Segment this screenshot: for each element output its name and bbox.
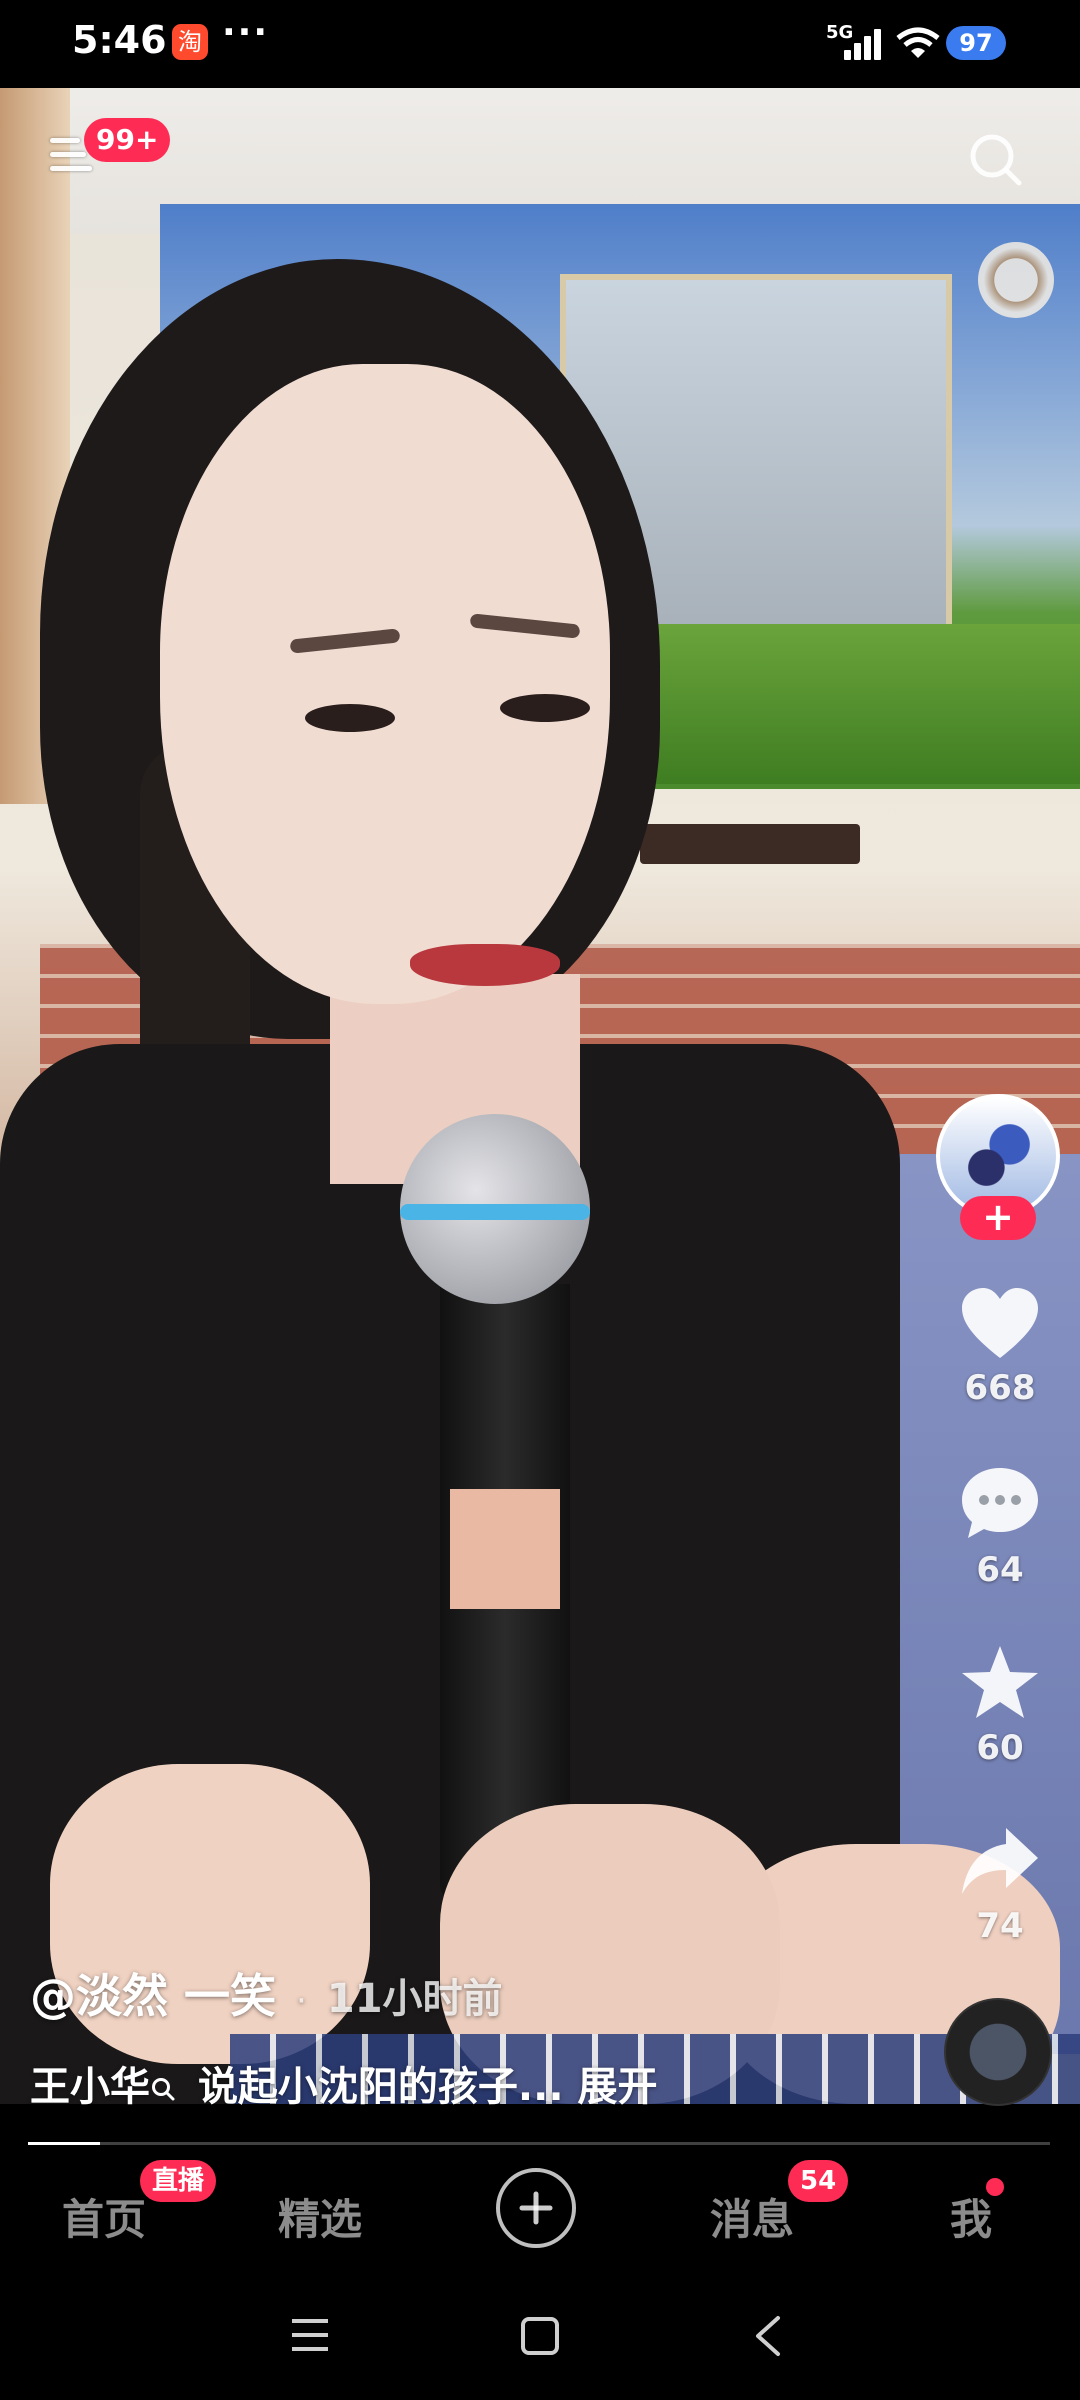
plus-icon <box>519 2191 553 2225</box>
comment-icon <box>962 1468 1038 1538</box>
favorite-count: 60 <box>976 1728 1024 1768</box>
star-icon <box>962 1646 1038 1718</box>
video-person-eye <box>305 704 395 732</box>
signal-icon <box>844 28 884 60</box>
battery-indicator: 97 <box>946 26 1006 60</box>
favorite-button[interactable]: 60 <box>940 1642 1060 1768</box>
share-icon <box>962 1828 1038 1894</box>
video-caption: @淡然 一笑 · 11小时前 王小华 说起小沈阳的孩子... 展开 <box>30 1960 930 2112</box>
nav-me[interactable]: 我 <box>950 2186 992 2247</box>
search-tag[interactable]: 王小华 <box>30 2064 150 2110</box>
author-name[interactable]: @淡然 一笑 <box>30 1969 276 2023</box>
follow-button[interactable]: + <box>960 1196 1036 1240</box>
create-button[interactable] <box>496 2168 576 2248</box>
post-time: 11小时前 <box>326 1976 503 2022</box>
search-icon[interactable] <box>966 130 1026 190</box>
app-screen: 5:46 淘 ··· 5G 97 99+ + 668 64 60 74 @淡然 … <box>0 0 1080 2400</box>
nav-home[interactable]: 首页 <box>62 2186 146 2247</box>
music-disc[interactable] <box>944 1998 1052 2106</box>
recent-apps-icon[interactable] <box>290 2316 330 2354</box>
like-count: 668 <box>964 1368 1036 1408</box>
status-time: 5:46 <box>72 18 167 62</box>
search-icon[interactable] <box>150 2076 176 2102</box>
video-scene-table <box>640 824 860 864</box>
video-player[interactable] <box>0 44 1080 2104</box>
taobao-notification-icon: 淘 <box>172 24 208 60</box>
messages-badge: 54 <box>788 2160 849 2202</box>
author-line: @淡然 一笑 · 11小时前 <box>30 1960 930 2026</box>
video-progress-fill <box>28 2142 100 2145</box>
like-button[interactable]: 668 <box>940 1284 1060 1408</box>
comment-button[interactable]: 64 <box>940 1464 1060 1590</box>
notification-badge: 99+ <box>84 118 171 162</box>
video-person-eye <box>500 694 590 722</box>
video-scene-field <box>640 624 1080 784</box>
channel-logo <box>978 242 1054 318</box>
share-count: 74 <box>976 1906 1024 1946</box>
nav-featured[interactable]: 精选 <box>278 2186 362 2247</box>
me-unread-dot <box>986 2178 1004 2196</box>
system-navigation-bar <box>0 2272 1080 2400</box>
description-line: 王小华 说起小沈阳的孩子... 展开 <box>30 2054 930 2112</box>
video-person-face <box>160 364 610 1004</box>
comment-count: 64 <box>976 1550 1024 1590</box>
wifi-icon <box>896 27 940 58</box>
status-bar: 5:46 淘 ··· 5G 97 <box>0 0 1080 88</box>
video-microphone-ring <box>400 1204 590 1220</box>
nav-messages[interactable]: 消息 <box>710 2186 794 2247</box>
video-description: 说起小沈阳的孩子... <box>197 2064 564 2110</box>
share-button[interactable]: 74 <box>940 1822 1060 1946</box>
live-badge: 直播 <box>140 2160 217 2202</box>
video-microphone-tag <box>450 1489 560 1609</box>
caption-separator: · <box>296 1981 307 2021</box>
home-icon[interactable] <box>520 2316 560 2356</box>
back-icon[interactable] <box>752 2314 782 2358</box>
heart-icon <box>962 1288 1038 1358</box>
bottom-nav: 首页 直播 精选 消息 54 我 <box>0 2148 1080 2272</box>
expand-link[interactable]: 展开 <box>577 2064 657 2110</box>
more-notifications-icon: ··· <box>222 12 270 53</box>
video-progress-bar[interactable] <box>28 2142 1050 2145</box>
video-person-lips <box>410 944 560 986</box>
